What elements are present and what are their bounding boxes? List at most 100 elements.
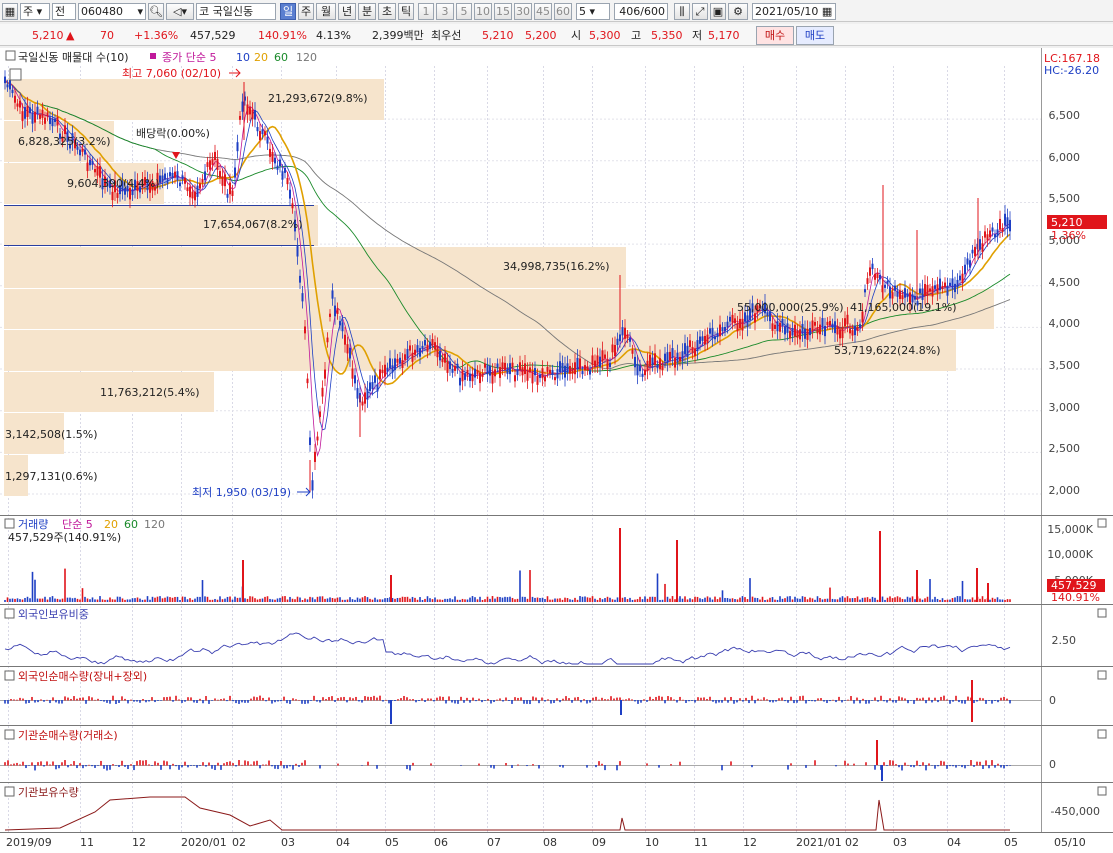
count-select[interactable]: 5 ▾: [576, 3, 610, 20]
foreign-net-bar: [451, 700, 453, 703]
close-icon[interactable]: [1097, 608, 1107, 618]
inst-net-bar: [106, 765, 108, 771]
code-input[interactable]: 060480 ▾: [78, 3, 146, 20]
volume-bar: [606, 596, 609, 602]
foreign-net-bar: [937, 700, 939, 703]
minute-60-button[interactable]: 60: [554, 3, 572, 20]
legend-price-ma5[interactable]: 종가 단순 5: [162, 51, 216, 64]
minute-5-button[interactable]: 5: [456, 3, 472, 20]
minute-3-button[interactable]: 3: [436, 3, 454, 20]
period-day-tab[interactable]: 일: [280, 3, 296, 20]
legend-toggle-icon[interactable]: [5, 50, 16, 61]
candle-body: [24, 107, 26, 119]
speaker-icon[interactable]: ◁▾: [166, 3, 194, 20]
period-minute-tab[interactable]: 분: [358, 3, 376, 20]
candle-body: [946, 285, 949, 296]
volume-bar: [371, 599, 374, 602]
period-second-tab[interactable]: 초: [378, 3, 396, 20]
grid-icon[interactable]: ▦: [2, 3, 18, 20]
vol-ma60[interactable]: 60: [124, 518, 138, 531]
chart-options-icon[interactable]: [9, 68, 22, 81]
period-tick-tab[interactable]: 틱: [398, 3, 414, 20]
foreign-net-bar: [481, 700, 483, 703]
close-icon[interactable]: [1097, 518, 1107, 528]
volume-bar: [881, 596, 884, 602]
inst-net-title[interactable]: 기관순매수량(거래소): [18, 729, 118, 742]
foreign-net-bar: [571, 700, 573, 703]
foreign-net-bar: [808, 700, 810, 701]
date-value: 2021/05/10: [755, 5, 819, 18]
close-icon[interactable]: [1097, 729, 1107, 739]
pane-toggle-icon[interactable]: [4, 608, 15, 619]
foreign-net-bar: [154, 700, 156, 703]
candle-body: [476, 370, 479, 374]
minute-45-button[interactable]: 45: [534, 3, 552, 20]
market-select[interactable]: 주 ▾: [20, 3, 50, 20]
inst-net-bar: [175, 765, 177, 767]
foreign-net-bar: [814, 700, 816, 702]
candle-body: [719, 324, 721, 337]
candle-body: [21, 111, 24, 122]
gear-icon[interactable]: ⚙: [728, 3, 748, 20]
date-field[interactable]: 2021/05/10 ▦: [752, 3, 836, 20]
trendline-icon[interactable]: ⤢: [692, 3, 708, 20]
vol-title[interactable]: 거래량: [18, 518, 48, 531]
volume-bar: [94, 599, 96, 602]
volume-bar: [291, 598, 294, 602]
candle-body: [776, 321, 779, 332]
inst-net-bar: [28, 765, 30, 766]
stock-chart[interactable]: 국일신동 매물대 수(10) 종가 단순 5 10 20 60 120 LC:1…: [0, 48, 1113, 853]
pane-toggle-icon[interactable]: [4, 670, 15, 681]
close-icon[interactable]: [1097, 786, 1107, 796]
foreign-net-bar: [106, 700, 108, 703]
foreign-net-bar: [907, 700, 909, 704]
candle-body: [646, 360, 649, 372]
vol-ma120[interactable]: 120: [144, 518, 165, 531]
save-icon[interactable]: ▣: [710, 3, 726, 20]
minute-30-button[interactable]: 30: [514, 3, 532, 20]
search-icon[interactable]: 🔍︎: [148, 3, 164, 20]
period-week-tab[interactable]: 주: [298, 3, 314, 20]
stock-name-field[interactable]: 코 국일신동: [196, 3, 276, 20]
vol-ma20[interactable]: 20: [104, 518, 118, 531]
profile-label: 17,654,067(8.2%): [203, 218, 303, 231]
legend-ma10[interactable]: 10: [236, 51, 250, 64]
candle-body: [424, 340, 426, 346]
calendar-icon[interactable]: ▦: [822, 5, 832, 18]
legend-ma20[interactable]: 20: [254, 51, 268, 64]
buy-button[interactable]: 매수: [756, 26, 794, 45]
foreign-net-bar: [217, 699, 219, 701]
jeon-button[interactable]: 전: [52, 3, 76, 20]
candle-body: [231, 190, 234, 196]
volume-bar: [636, 599, 639, 602]
sell-button[interactable]: 매도: [796, 26, 834, 45]
minute-15-button[interactable]: 15: [494, 3, 512, 20]
foreign-ratio-title[interactable]: 외국인보유비중: [18, 608, 89, 621]
close-icon[interactable]: [1097, 670, 1107, 680]
inst-hold-title[interactable]: 기관보유수량: [18, 786, 79, 799]
candle-icon[interactable]: ⫼: [674, 3, 690, 20]
pane-toggle-icon[interactable]: [4, 729, 15, 740]
legend-ma60[interactable]: 60: [274, 51, 288, 64]
foreign-net-title[interactable]: 외국인순매수량(장내+장외): [18, 670, 147, 683]
foreign-net-bar: [997, 700, 999, 703]
candle-body: [871, 263, 874, 270]
volume-bar: [654, 596, 656, 602]
pane-toggle-icon[interactable]: [4, 786, 15, 797]
legend-volume-profile[interactable]: 국일신동 매물대 수(10): [18, 50, 129, 64]
volume-bar: [804, 596, 806, 602]
period-month-tab[interactable]: 월: [316, 3, 336, 20]
candle-body: [869, 267, 871, 276]
inst-net-bar: [670, 764, 672, 766]
vol-toggle-icon[interactable]: [4, 518, 15, 529]
foreign-net-bar: [1006, 698, 1008, 701]
candle-body: [581, 370, 584, 375]
range-field[interactable]: 406/600: [614, 3, 668, 20]
volume-bar: [466, 599, 469, 602]
minute-1-button[interactable]: 1: [418, 3, 434, 20]
foreign-net-bar: [430, 698, 432, 701]
legend-ma120[interactable]: 120: [296, 51, 317, 64]
period-year-tab[interactable]: 년: [338, 3, 356, 20]
vol-ma5[interactable]: 단순 5: [62, 518, 93, 531]
minute-10-button[interactable]: 10: [474, 3, 492, 20]
